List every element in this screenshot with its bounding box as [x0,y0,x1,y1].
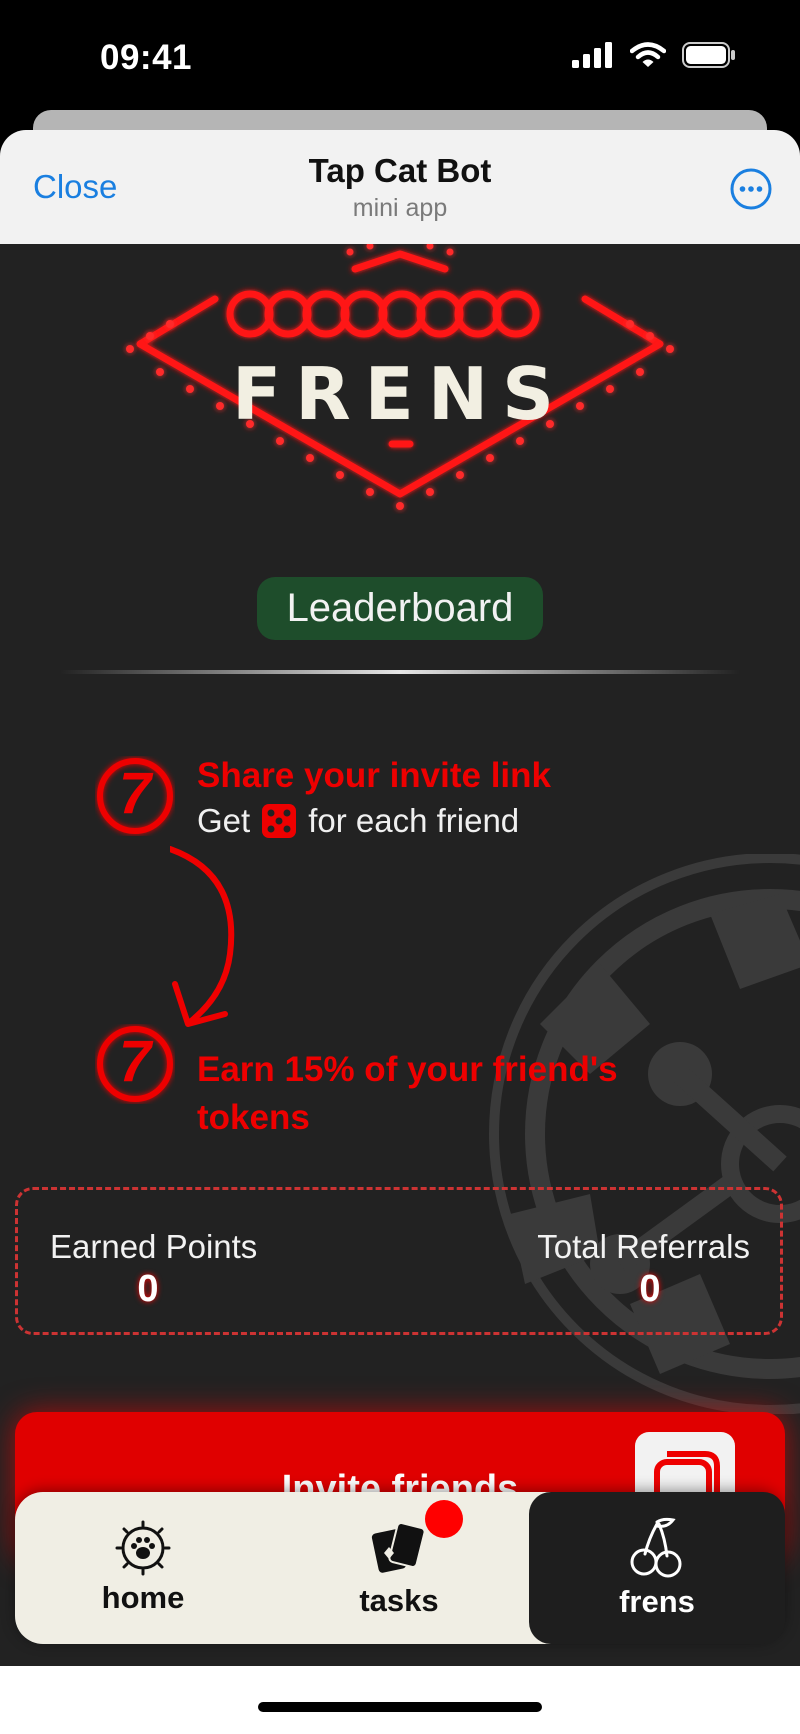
status-bar: 09:41 [0,0,800,118]
nav-frens-label: frens [619,1584,695,1619]
app-title: Tap Cat Bot [308,152,492,189]
earned-points-value: 0 [137,1268,159,1310]
total-referrals-value: 0 [639,1268,661,1310]
app-subtitle: mini app [352,194,448,222]
curved-arrow-icon [170,846,235,1027]
dice-icon [262,804,297,838]
step1-sub-suffix: for each friend [308,802,520,839]
step1-title: Share your invite link [197,756,551,795]
step1-subtitle: Get for each friend [197,802,519,840]
section-divider [60,670,740,674]
leaderboard-button[interactable]: Leaderboard [257,577,543,640]
nav-tasks[interactable]: tasks [271,1492,527,1644]
nav-tasks-label: tasks [359,1583,439,1618]
wifi-icon [630,42,666,67]
battery-icon [682,42,735,68]
step2-title: Earn 15% of your friend's tokens [197,1050,618,1137]
status-time: 09:41 [100,38,193,77]
cherries-icon [630,1517,682,1578]
frens-screen: FRENS Leaderboard 7 Share your invite li… [0,244,800,1666]
signal-icon [572,42,612,68]
step1-sub-prefix: Get [197,802,251,839]
step1-badge-number: 7 [118,761,152,826]
more-options-icon[interactable] [730,168,772,210]
cards-icon [371,1522,426,1573]
total-referrals-label: Total Referrals [537,1228,750,1265]
home-indicator-area [0,1666,800,1734]
stats-box: Earned Points 0 Total Referrals 0 [15,1187,783,1335]
frens-title: FRENS [232,352,568,436]
home-indicator[interactable] [258,1702,542,1712]
paw-icon [115,1520,171,1576]
app-header: Close Tap Cat Bot mini app [0,130,800,244]
nav-frens[interactable]: frens [529,1492,785,1644]
status-icons [572,42,736,68]
earned-points-label: Earned Points [50,1228,258,1265]
notification-badge [425,1500,463,1538]
nav-home-label: home [101,1580,185,1615]
bottom-nav: home tasks frens [15,1492,785,1644]
step2-badge-number: 7 [118,1029,152,1094]
nav-home[interactable]: home [15,1492,271,1644]
